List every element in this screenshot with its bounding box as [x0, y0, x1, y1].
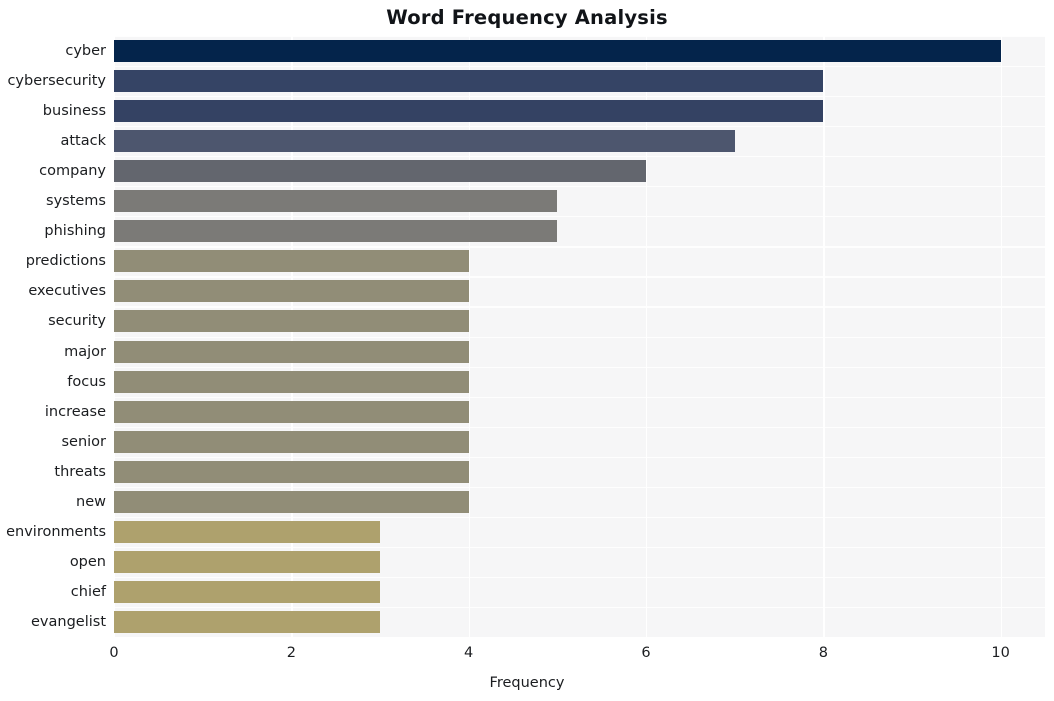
chart-title: Word Frequency Analysis	[386, 6, 668, 29]
gridline-row	[114, 486, 1045, 488]
bar-evangelist[interactable]	[114, 610, 380, 633]
gridline-row	[114, 156, 1045, 158]
x-tick-label-4: 4	[464, 645, 474, 661]
x-tick-label-10: 10	[991, 645, 1010, 661]
bar-threats[interactable]	[114, 460, 469, 483]
gridline-row	[114, 456, 1045, 458]
y-tick-label-evangelist: evangelist	[31, 613, 106, 630]
gridline-row	[114, 36, 1045, 38]
x-tick-label-6: 6	[641, 645, 651, 661]
gridline-row	[114, 96, 1045, 98]
x-axis-tick-labels: 0 2 4 6 8 10	[0, 645, 1054, 669]
gridline-row	[114, 336, 1045, 338]
bar-focus[interactable]	[114, 370, 469, 393]
y-tick-label-chief: chief	[70, 583, 106, 600]
gridline-row	[114, 216, 1045, 218]
plot-area	[114, 36, 1045, 637]
bar-predictions[interactable]	[114, 250, 469, 273]
bar-attack[interactable]	[114, 130, 735, 153]
gridline-row	[114, 546, 1045, 549]
gridline-row	[114, 366, 1045, 368]
word-frequency-chart: Word Frequency Analysis cyber cybersecuri…	[0, 0, 1054, 701]
bar-increase[interactable]	[114, 400, 469, 423]
bar-business[interactable]	[114, 100, 824, 123]
y-tick-label-major: major	[64, 343, 106, 360]
y-tick-label-focus: focus	[67, 373, 106, 390]
bar-systems[interactable]	[114, 190, 558, 213]
gridline-row	[114, 396, 1045, 398]
y-tick-label-threats: threats	[54, 463, 106, 480]
bar-major[interactable]	[114, 340, 469, 363]
gridline-row	[114, 126, 1045, 128]
y-tick-label-phishing: phishing	[44, 223, 106, 240]
y-axis-tick-labels: cyber cybersecurity business attack company s…	[0, 36, 106, 637]
gridline-row	[114, 516, 1045, 518]
gridline-row	[114, 66, 1045, 68]
gridline-row	[114, 606, 1045, 609]
gridline-row	[114, 576, 1045, 579]
y-tick-label-predictions: predictions	[25, 253, 106, 270]
y-tick-label-increase: increase	[44, 403, 106, 420]
bar-cyber[interactable]	[114, 40, 1001, 63]
y-tick-label-attack: attack	[60, 133, 106, 150]
y-tick-label-company: company	[39, 163, 106, 180]
y-tick-label-cyber: cyber	[65, 43, 106, 60]
bar-open[interactable]	[114, 550, 380, 573]
y-tick-label-environments: environments	[6, 523, 106, 540]
y-tick-label-systems: systems	[46, 193, 106, 210]
bar-executives[interactable]	[114, 280, 469, 303]
y-tick-label-new: new	[76, 493, 106, 510]
bar-senior[interactable]	[114, 430, 469, 453]
y-tick-label-executives: executives	[28, 283, 106, 300]
x-tick-label-8: 8	[818, 645, 828, 661]
x-tick-label-0: 0	[109, 645, 119, 661]
gridline-row	[114, 426, 1045, 428]
gridline-row	[114, 306, 1045, 308]
y-tick-label-senior: senior	[61, 433, 106, 450]
gridline-row	[114, 186, 1045, 188]
bar-chief[interactable]	[114, 580, 380, 603]
y-tick-label-business: business	[42, 103, 106, 120]
y-tick-label-cybersecurity: cybersecurity	[7, 73, 106, 90]
gridline-row	[114, 246, 1045, 248]
bar-cybersecurity[interactable]	[114, 70, 824, 93]
bar-security[interactable]	[114, 310, 469, 333]
x-tick-label-2: 2	[286, 645, 296, 661]
y-tick-label-security: security	[48, 313, 106, 330]
bar-company[interactable]	[114, 160, 646, 183]
x-axis-title: Frequency	[489, 675, 565, 691]
bar-phishing[interactable]	[114, 220, 558, 243]
bar-environments[interactable]	[114, 520, 380, 543]
bar-new[interactable]	[114, 490, 469, 513]
gridline-row	[114, 276, 1045, 278]
y-tick-label-open: open	[69, 553, 106, 570]
